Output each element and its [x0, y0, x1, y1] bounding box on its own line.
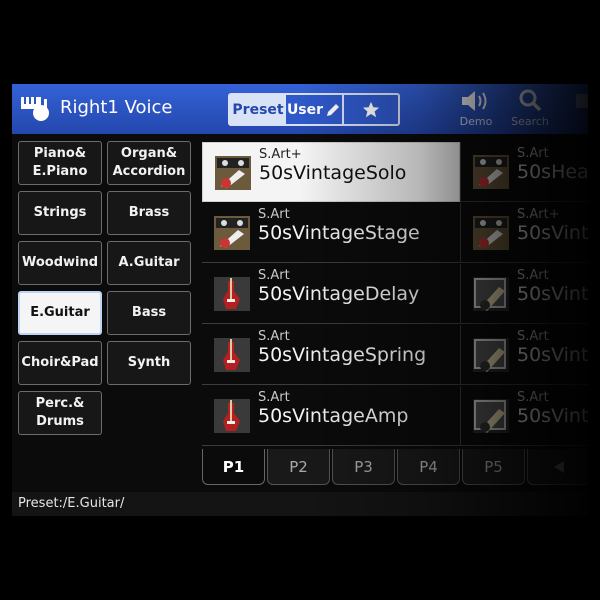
page-tab-p4[interactable]: P4	[397, 449, 460, 485]
voice-select-screen: Right1 Voice Preset User Demo Search Pia…	[12, 84, 588, 516]
voice-item[interactable]: S.Art 50sHea	[460, 142, 588, 202]
demo-button[interactable]: Demo	[454, 88, 498, 132]
voice-type: S.Art+	[517, 207, 560, 222]
pencil-icon	[327, 103, 340, 116]
voice-name: 50sVintageAmp	[258, 405, 409, 427]
tab-favorite[interactable]	[344, 95, 398, 124]
voice-type: S.Art	[517, 390, 549, 405]
voice-name: 50sVint	[517, 222, 588, 244]
path-bar: Preset:/E.Guitar/	[12, 492, 588, 516]
category-piano[interactable]: Piano& E.Piano	[18, 141, 102, 185]
page-prev-button[interactable]	[527, 449, 588, 485]
bank-tabs: Preset User	[228, 93, 400, 126]
voice-name: 50sVint	[517, 405, 588, 427]
category-bass[interactable]: Bass	[107, 291, 191, 335]
voice-type: S.Art	[258, 390, 290, 405]
menu-icon	[576, 94, 588, 108]
voice-item[interactable]: S.Art 50sVint	[460, 325, 588, 385]
page-tabs: P1 P2 P3 P4 P5	[200, 449, 588, 487]
voice-name: 50sVint	[517, 283, 588, 305]
page-title: Right1 Voice	[60, 97, 173, 118]
voice-type: S.Art	[258, 268, 290, 283]
page-tab-p3[interactable]: P3	[332, 449, 395, 485]
amp-guitar-icon	[473, 338, 509, 372]
page-tab-p2[interactable]: P2	[267, 449, 330, 485]
demo-label: Demo	[459, 115, 493, 128]
tab-user[interactable]: User	[286, 95, 344, 124]
voice-name: 50sVintageStage	[258, 222, 420, 244]
sart-guitar-icon	[215, 156, 251, 190]
speaker-icon	[462, 91, 487, 111]
red-guitar-icon	[214, 277, 250, 311]
category-organ[interactable]: Organ& Accordion	[107, 141, 191, 185]
voice-name: 50sVintageDelay	[258, 283, 420, 305]
voice-item[interactable]: S.Art 50sVint	[460, 386, 588, 446]
sart-guitar-icon	[473, 216, 509, 250]
tab-preset[interactable]: Preset	[230, 95, 286, 124]
red-guitar-icon	[214, 338, 250, 372]
voice-item[interactable]: S.Art 50sVintageDelay	[202, 264, 460, 324]
voice-type: S.Art	[258, 329, 290, 344]
voice-type: S.Art	[517, 146, 549, 161]
voice-type: S.Art	[258, 207, 290, 222]
search-button[interactable]: Search	[508, 88, 552, 132]
voice-type: S.Art+	[259, 147, 302, 162]
category-woodwind[interactable]: Woodwind	[18, 241, 102, 285]
arrow-left-icon	[553, 460, 564, 473]
category-choir-pad[interactable]: Choir&Pad	[18, 341, 102, 385]
voice-name: 50sVintageSolo	[259, 162, 407, 184]
category-eguitar[interactable]: E.Guitar	[18, 291, 102, 335]
voice-item[interactable]: S.Art 50sVint	[460, 264, 588, 324]
voice-item[interactable]: S.Art+ 50sVint	[460, 203, 588, 263]
category-aguitar[interactable]: A.Guitar	[107, 241, 191, 285]
tab-user-label: User	[286, 101, 324, 118]
voice-item[interactable]: S.Art+ 50sVintageSolo	[202, 142, 460, 202]
search-icon	[519, 89, 542, 112]
star-icon	[362, 101, 380, 117]
voice-type: S.Art	[517, 329, 549, 344]
voice-name: 50sVint	[517, 344, 588, 366]
category-synth[interactable]: Synth	[107, 341, 191, 385]
category-brass[interactable]: Brass	[107, 191, 191, 235]
menu-button[interactable]	[562, 88, 588, 132]
page-tab-p5[interactable]: P5	[462, 449, 525, 485]
category-strings[interactable]: Strings	[18, 191, 102, 235]
voice-item[interactable]: S.Art 50sVintageAmp	[202, 386, 460, 446]
voice-type: S.Art	[517, 268, 549, 283]
page-tab-p1[interactable]: P1	[202, 449, 265, 485]
voice-item[interactable]: S.Art 50sVintageStage	[202, 203, 460, 263]
voice-list: S.Art+ 50sVintageSolo S.Art 50sVintageSt…	[200, 140, 588, 452]
search-label: Search	[511, 115, 549, 128]
voice-name: 50sHea	[517, 161, 588, 183]
amp-guitar-icon	[473, 277, 509, 311]
voice-name: 50sVintageSpring	[258, 344, 427, 366]
keyboard-voice-icon	[21, 97, 49, 121]
category-perc-drums[interactable]: Perc.& Drums	[18, 391, 102, 435]
header-bar: Right1 Voice Preset User Demo Search	[12, 84, 588, 134]
voice-item[interactable]: S.Art 50sVintageSpring	[202, 325, 460, 385]
red-guitar-icon	[214, 399, 250, 433]
amp-guitar-icon	[473, 399, 509, 433]
sart-guitar-icon	[473, 155, 509, 189]
sart-guitar-icon	[214, 216, 250, 250]
